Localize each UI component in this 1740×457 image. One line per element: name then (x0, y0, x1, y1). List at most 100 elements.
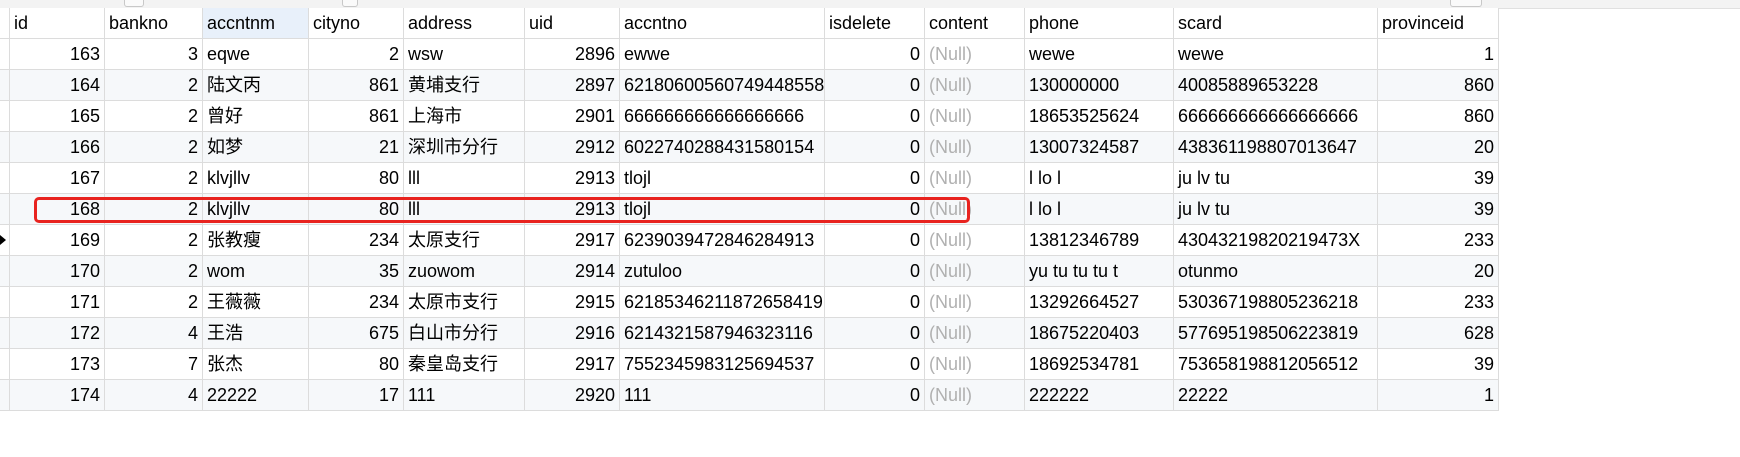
table-row[interactable]: 171 2 王薇薇 234 太原市支行 2915 6218534621187265841​9… (0, 287, 1499, 318)
cell-isdelete[interactable]: 0 (825, 256, 925, 286)
cell-scard[interactable]: 43043219820219473X (1174, 225, 1378, 255)
table-row[interactable]: 166 2 如梦 21 深圳市分行 2912 6022740288431580154 0 (Nu… (0, 132, 1499, 163)
cell-address[interactable]: 黄埔支行 (404, 70, 525, 100)
cell-accntno[interactable]: 7552345983125694537 (620, 349, 825, 379)
cell-address[interactable]: 上海市 (404, 101, 525, 131)
cell-id[interactable]: 166 (10, 132, 105, 162)
cell-address[interactable]: 111 (404, 380, 525, 410)
cell-phone[interactable]: 130000000 (1025, 70, 1174, 100)
cell-accntnm[interactable]: 张杰 (203, 349, 309, 379)
cell-scard[interactable]: ju lv tu (1174, 194, 1378, 224)
cell-address[interactable]: zuowom (404, 256, 525, 286)
cell-id[interactable]: 174 (10, 380, 105, 410)
cell-accntno[interactable]: 6218534621187265841​9 (620, 287, 825, 317)
cell-address[interactable]: 白山市分行 (404, 318, 525, 348)
cell-id[interactable]: 168 (10, 194, 105, 224)
cell-isdelete[interactable]: 0 (825, 163, 925, 193)
cell-uid[interactable]: 2901 (525, 101, 620, 131)
cell-provinceid[interactable]: 860 (1378, 70, 1499, 100)
cell-accntno[interactable]: tlojl (620, 194, 825, 224)
table-row[interactable]: 173 7 张杰 80 秦皇岛支行 2917 7552345983125694537 0 (Nu… (0, 349, 1499, 380)
column-header-id[interactable]: id (10, 8, 105, 38)
cell-bankno[interactable]: 2 (105, 225, 203, 255)
cell-content[interactable]: (Null) (925, 194, 1025, 224)
cell-cityno[interactable]: 861 (309, 101, 404, 131)
cell-address[interactable]: 太原支行 (404, 225, 525, 255)
cell-phone[interactable]: yu tu tu tu t (1025, 256, 1174, 286)
cell-accntno[interactable]: ewwe (620, 39, 825, 69)
cell-uid[interactable]: 2920 (525, 380, 620, 410)
cell-uid[interactable]: 2917 (525, 349, 620, 379)
cell-content[interactable]: (Null) (925, 132, 1025, 162)
cell-isdelete[interactable]: 0 (825, 132, 925, 162)
cell-provinceid[interactable]: 1 (1378, 39, 1499, 69)
cell-id[interactable]: 167 (10, 163, 105, 193)
cell-content[interactable]: (Null) (925, 380, 1025, 410)
cell-isdelete[interactable]: 0 (825, 39, 925, 69)
cell-accntnm[interactable]: 曾好 (203, 101, 309, 131)
column-header-content[interactable]: content (925, 8, 1025, 38)
cell-id[interactable]: 172 (10, 318, 105, 348)
row-indicator[interactable] (0, 39, 10, 69)
cell-phone[interactable]: 13812346789 (1025, 225, 1174, 255)
cell-cityno[interactable]: 80 (309, 163, 404, 193)
cell-scard[interactable]: 753658198812056512 (1174, 349, 1378, 379)
cell-bankno[interactable]: 3 (105, 39, 203, 69)
column-header-bankno[interactable]: bankno (105, 8, 203, 38)
row-indicator[interactable] (0, 132, 10, 162)
row-indicator[interactable] (0, 380, 10, 410)
cell-phone[interactable]: l lo l (1025, 194, 1174, 224)
cell-content[interactable]: (Null) (925, 225, 1025, 255)
cell-content[interactable]: (Null) (925, 349, 1025, 379)
table-row[interactable]: 174 4 22222 17 111 2920 111 0 (Null) 222222 22222 1 (0, 380, 1499, 411)
cell-uid[interactable]: 2915 (525, 287, 620, 317)
cell-isdelete[interactable]: 0 (825, 70, 925, 100)
cell-scard[interactable]: otunmo (1174, 256, 1378, 286)
cell-scard[interactable]: wewe (1174, 39, 1378, 69)
cell-isdelete[interactable]: 0 (825, 380, 925, 410)
column-header-phone[interactable]: phone (1025, 8, 1174, 38)
cell-accntno[interactable]: 62180600560749448558 (620, 70, 825, 100)
cell-phone[interactable]: 13292664527 (1025, 287, 1174, 317)
cell-accntnm[interactable]: 22222 (203, 380, 309, 410)
cell-content[interactable]: (Null) (925, 70, 1025, 100)
table-row[interactable]: 165 2 曾好 861 上海市 2901 666666666666666666 0 (Null… (0, 101, 1499, 132)
cell-scard[interactable]: 40085889653228 (1174, 70, 1378, 100)
cell-id[interactable]: 173 (10, 349, 105, 379)
cell-accntno[interactable]: tlojl (620, 163, 825, 193)
cell-isdelete[interactable]: 0 (825, 349, 925, 379)
cell-accntnm[interactable]: 王浩 (203, 318, 309, 348)
cell-content[interactable]: (Null) (925, 39, 1025, 69)
cell-bankno[interactable]: 2 (105, 132, 203, 162)
cell-uid[interactable]: 2896 (525, 39, 620, 69)
cell-bankno[interactable]: 2 (105, 70, 203, 100)
cell-cityno[interactable]: 17 (309, 380, 404, 410)
cell-isdelete[interactable]: 0 (825, 101, 925, 131)
cell-cityno[interactable]: 80 (309, 194, 404, 224)
row-indicator[interactable] (0, 318, 10, 348)
cell-id[interactable]: 163 (10, 39, 105, 69)
cell-cityno[interactable]: 35 (309, 256, 404, 286)
cell-scard[interactable]: ju lv tu (1174, 163, 1378, 193)
data-grid[interactable]: id bankno accntnm cityno address uid acc… (0, 8, 1499, 411)
row-indicator[interactable] (0, 163, 10, 193)
cell-isdelete[interactable]: 0 (825, 225, 925, 255)
row-indicator[interactable] (0, 70, 10, 100)
cell-id[interactable]: 171 (10, 287, 105, 317)
cell-accntnm[interactable]: 如梦 (203, 132, 309, 162)
cell-bankno[interactable]: 4 (105, 380, 203, 410)
cell-content[interactable]: (Null) (925, 318, 1025, 348)
cell-phone[interactable]: 18653525624 (1025, 101, 1174, 131)
cell-bankno[interactable]: 2 (105, 194, 203, 224)
column-header-accntnm[interactable]: accntnm (203, 8, 309, 38)
cell-accntnm[interactable]: 王薇薇 (203, 287, 309, 317)
cell-uid[interactable]: 2913 (525, 194, 620, 224)
cell-provinceid[interactable]: 20 (1378, 132, 1499, 162)
cell-provinceid[interactable]: 860 (1378, 101, 1499, 131)
cell-accntno[interactable]: 6214321587946323116 (620, 318, 825, 348)
row-indicator[interactable] (0, 225, 10, 255)
column-header-cityno[interactable]: cityno (309, 8, 404, 38)
column-header-isdelete[interactable]: isdelete (825, 8, 925, 38)
row-indicator[interactable] (0, 287, 10, 317)
cell-id[interactable]: 169 (10, 225, 105, 255)
